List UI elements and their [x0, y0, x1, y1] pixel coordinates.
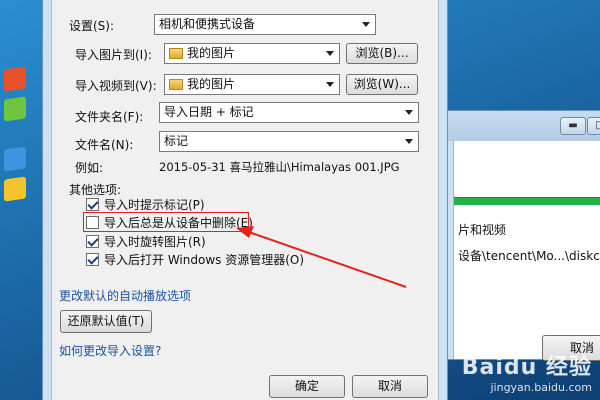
watermark-title: Baidu 经验 [461, 355, 592, 380]
import-videos-label: 导入视频到(V): [75, 79, 157, 93]
option-prompt-tag[interactable]: 导入时提示标记(P) [86, 196, 205, 213]
file-name-label: 文件名(N): [75, 138, 134, 152]
how-to-change-link[interactable]: 如何更改导入设置? [59, 342, 161, 359]
restore-defaults-button[interactable]: 还原默认值(T) [60, 310, 152, 333]
watermark-url: jingyan.baidu.com [490, 381, 592, 394]
windows-logo [0, 28, 46, 258]
checkbox[interactable] [86, 253, 99, 266]
folder-name-dropdown[interactable]: 导入日期 + 标记 [159, 102, 419, 123]
folder-name-value: 导入日期 + 标记 [164, 105, 254, 119]
chevron-down-icon [405, 110, 413, 115]
option-label: 导入时旋转图片(R) [104, 235, 206, 249]
chevron-down-icon [362, 22, 370, 27]
import-videos-value: 我的图片 [187, 77, 236, 91]
folder-icon [169, 48, 183, 59]
option-label: 导入后打开 Windows 资源管理器(O) [104, 253, 305, 267]
file-name-value: 标记 [164, 134, 189, 148]
maximize-button[interactable]: □ [587, 117, 600, 135]
title-bar: ▬ □ [433, 111, 600, 141]
option-rotate-pictures[interactable]: 导入时旋转图片(R) [86, 233, 206, 250]
import-pictures-value: 我的图片 [187, 46, 236, 60]
browse-videos-button[interactable]: 浏览(W)... [346, 74, 418, 95]
ok-button[interactable]: 确定 [269, 375, 345, 398]
checkbox[interactable] [86, 235, 99, 248]
settings-label: 设置(S): [69, 19, 115, 33]
file-name-dropdown[interactable]: 标记 [159, 131, 419, 152]
example-value: 2015-05-31 喜马拉雅山\Himalayas 001.JPG [159, 160, 400, 174]
import-path-text: 设备\tencent\Mo...\diskcach [458, 249, 600, 263]
option-open-explorer[interactable]: 导入后打开 Windows 资源管理器(O) [86, 251, 304, 268]
import-settings-dialog: 设置(S): 相机和便携式设备 导入图片到(I): 我的图片 浏览(B)... … [42, 0, 448, 400]
import-progress-window: ▬ □ 片和视频 设备\tencent\Mo...\diskcach 取消 [432, 110, 600, 361]
progress-bar [454, 197, 600, 205]
example-label: 例如: [75, 161, 104, 175]
chevron-down-icon [326, 82, 334, 87]
import-pictures-label: 导入图片到(I): [75, 48, 152, 62]
option-label: 导入时提示标记(P) [104, 198, 205, 212]
browse-pictures-button[interactable]: 浏览(B)... [346, 43, 418, 64]
baidu-jingyan-watermark: Baidu 经验 jingyan.baidu.com [462, 349, 592, 394]
window-client: 片和视频 设备\tencent\Mo...\diskcach 取消 [453, 141, 600, 361]
cancel-button[interactable]: 取消 [352, 375, 428, 398]
settings-dropdown[interactable]: 相机和便携式设备 [154, 14, 376, 35]
folder-name-label: 文件夹名(F): [75, 110, 144, 124]
folder-icon [169, 79, 183, 90]
minimize-button[interactable]: ▬ [560, 117, 586, 135]
chevron-down-icon [405, 139, 413, 144]
highlight-box [83, 212, 249, 232]
import-status-text: 片和视频 [458, 223, 507, 237]
import-pictures-dropdown[interactable]: 我的图片 [164, 43, 340, 64]
settings-value: 相机和便携式设备 [159, 17, 256, 31]
import-videos-dropdown[interactable]: 我的图片 [164, 74, 340, 95]
chevron-down-icon [326, 51, 334, 56]
change-autoplay-link[interactable]: 更改默认的自动播放选项 [59, 287, 191, 304]
checkbox[interactable] [86, 198, 99, 211]
